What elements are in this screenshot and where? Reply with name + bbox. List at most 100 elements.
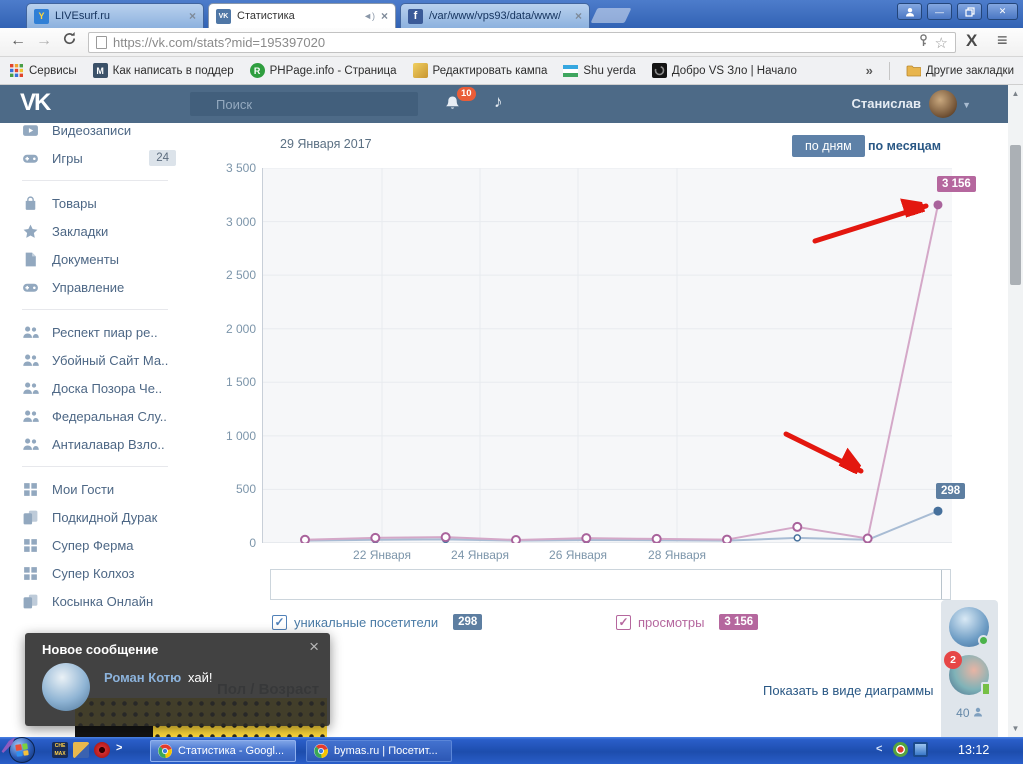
new-message-popup[interactable]: Новое сообщение × Роман Котю хай! — [25, 633, 330, 726]
sidebar-item-label: Закладки — [52, 224, 108, 239]
bookmark-phpage[interactable]: R PHPage.info - Страница — [250, 63, 397, 78]
app-icon — [22, 565, 39, 582]
video-icon — [22, 122, 39, 139]
bookmark-label: Добро VS Зло | Начало — [672, 65, 797, 77]
dark-favicon — [652, 63, 667, 78]
bookmark-label: Другие закладки — [926, 65, 1014, 77]
tab-by-days[interactable]: по дням — [792, 135, 865, 157]
sidebar-item[interactable]: Супер Колхоз — [0, 559, 190, 587]
icq-tray-icon[interactable] — [893, 742, 908, 757]
back-icon[interactable]: ← — [10, 32, 26, 50]
show-as-diagram-link[interactable]: Показать в виде диаграммы — [763, 683, 934, 698]
scrollbar[interactable]: ▲ ▼ — [1008, 85, 1023, 737]
bookmark-edit-campaign[interactable]: Редактировать кампа — [413, 63, 548, 78]
chemax-icon[interactable]: CHEMAX — [52, 742, 68, 758]
browser-tab-statistics[interactable]: VK Статистика ◄) × — [208, 3, 396, 28]
y-axis-tick: 3 000 — [214, 215, 256, 229]
sidebar-item-label: Управление — [52, 280, 124, 295]
refresh-icon[interactable] — [62, 31, 77, 51]
sidebar-item[interactable]: Федеральная Слу.. — [0, 402, 190, 430]
vk-header: VK 10 ♪ Станислав ▼ — [0, 85, 1023, 123]
sidebar-item[interactable]: Антиалавар Взло.. — [0, 430, 190, 458]
scrollbar-thumb[interactable] — [1010, 145, 1021, 285]
browser-tab-livesurf[interactable]: Y LIVEsurf.ru × — [26, 3, 204, 28]
minimize-button[interactable]: — — [927, 3, 952, 20]
quicklaunch-icon[interactable] — [73, 742, 89, 758]
visitors-peak-label: 298 — [936, 483, 965, 499]
chrome-icon — [314, 744, 328, 758]
sidebar-item[interactable]: Товары — [0, 189, 190, 217]
other-bookmarks-folder[interactable]: Другие закладки — [906, 63, 1014, 78]
sidebar-item[interactable]: Мои Гости — [0, 475, 190, 503]
chat-avatar[interactable]: 2 — [949, 655, 989, 695]
scroll-up-icon[interactable]: ▲ — [1008, 89, 1023, 98]
bookmark-support[interactable]: М Как написать в поддер — [93, 63, 234, 78]
bookmarks-overflow-icon[interactable]: » — [866, 63, 873, 78]
new-tab-button[interactable] — [591, 8, 632, 23]
y-axis-tick: 3 500 — [214, 161, 256, 175]
tab-by-months[interactable]: по месяцам — [868, 139, 941, 153]
extension-x-icon[interactable]: X — [966, 31, 977, 51]
chart-range-selector[interactable] — [270, 569, 951, 600]
taskbar-task-bymas[interactable]: bymas.ru | Посетит... — [306, 740, 452, 762]
legend-views[interactable]: ✓ просмотры 3 156 — [616, 614, 758, 630]
sidebar-item[interactable]: Респект пиар ре.. — [0, 318, 190, 346]
scroll-down-icon[interactable]: ▼ — [1008, 724, 1023, 733]
profile-icon[interactable] — [897, 3, 922, 20]
close-icon[interactable]: × — [309, 637, 319, 657]
bookmarks-icon — [22, 223, 39, 240]
tab-close-icon[interactable]: × — [575, 9, 582, 23]
close-button[interactable]: ✕ — [987, 3, 1018, 20]
search-input[interactable] — [190, 92, 418, 116]
restore-button[interactable] — [957, 3, 982, 20]
checkbox-views[interactable]: ✓ — [616, 615, 631, 630]
bookmark-shuyerda[interactable]: Shu yerda — [563, 63, 635, 78]
taskbar-task-statistics[interactable]: Статистика - Googl... — [150, 740, 296, 762]
sidebar-item[interactable]: Убойный Сайт Ма.. — [0, 346, 190, 374]
sidebar-item[interactable]: Документы — [0, 245, 190, 273]
display-tray-icon[interactable] — [913, 742, 928, 757]
bookmark-dobro[interactable]: Добро VS Зло | Начало — [652, 63, 797, 78]
address-bar[interactable]: https://vk.com/stats?mid=195397020 ☆ — [88, 32, 956, 53]
community-icon — [22, 436, 39, 453]
music-note-icon[interactable]: ♪ — [494, 92, 503, 112]
sidebar-item[interactable]: Игры24 — [0, 144, 190, 172]
popup-sender[interactable]: Роман Котю — [104, 670, 181, 685]
quicklaunch-icon[interactable] — [94, 742, 110, 758]
sidebar-item[interactable]: Супер Ферма — [0, 531, 190, 559]
m-favicon: М — [93, 63, 108, 78]
sidebar-item[interactable]: Закладки — [0, 217, 190, 245]
key-icon[interactable] — [918, 34, 929, 52]
speaker-icon: ◄) — [363, 11, 375, 21]
star-icon[interactable]: ☆ — [935, 34, 948, 52]
tab-close-icon[interactable]: × — [381, 9, 388, 23]
legend-label: уникальные посетители — [294, 615, 438, 630]
stats-chart[interactable] — [262, 168, 952, 543]
avatar[interactable] — [929, 90, 957, 118]
chat-avatar[interactable] — [949, 607, 989, 647]
sidebar-item-label: Антиалавар Взло.. — [52, 437, 165, 452]
checkbox-visitors[interactable]: ✓ — [272, 615, 287, 630]
range-handle[interactable] — [941, 570, 950, 599]
user-name[interactable]: Станислав — [851, 96, 921, 111]
browser-tab-file[interactable]: f /var/www/vps93/data/www/ × — [400, 3, 590, 28]
sidebar-item[interactable]: Подкидной Дурак — [0, 503, 190, 531]
bookmark-label: PHPage.info - Страница — [270, 65, 397, 77]
tab-close-icon[interactable]: × — [189, 9, 196, 23]
vk-logo[interactable]: VK — [20, 89, 49, 117]
forward-icon[interactable]: → — [36, 32, 52, 50]
bookmark-services[interactable]: Сервисы — [9, 63, 77, 78]
sidebar-item[interactable]: Косынка Онлайн — [0, 587, 190, 615]
sender-avatar[interactable] — [42, 663, 90, 711]
quicklaunch-expand-icon[interactable]: > — [116, 742, 122, 754]
sidebar-item[interactable]: Доска Позора Че.. — [0, 374, 190, 402]
url-text[interactable]: https://vk.com/stats?mid=195397020 — [113, 35, 912, 50]
tray-expand-icon[interactable]: < — [876, 743, 882, 755]
sidebar-item-label: Супер Ферма — [52, 538, 134, 553]
menu-icon[interactable]: ≡ — [997, 30, 1008, 51]
chevron-down-icon[interactable]: ▼ — [962, 100, 971, 110]
sidebar-item-badge: 24 — [149, 150, 176, 166]
online-count[interactable]: 40 — [941, 706, 998, 720]
sidebar-item[interactable]: Управление — [0, 273, 190, 301]
legend-unique-visitors[interactable]: ✓ уникальные посетители 298 — [272, 614, 482, 630]
